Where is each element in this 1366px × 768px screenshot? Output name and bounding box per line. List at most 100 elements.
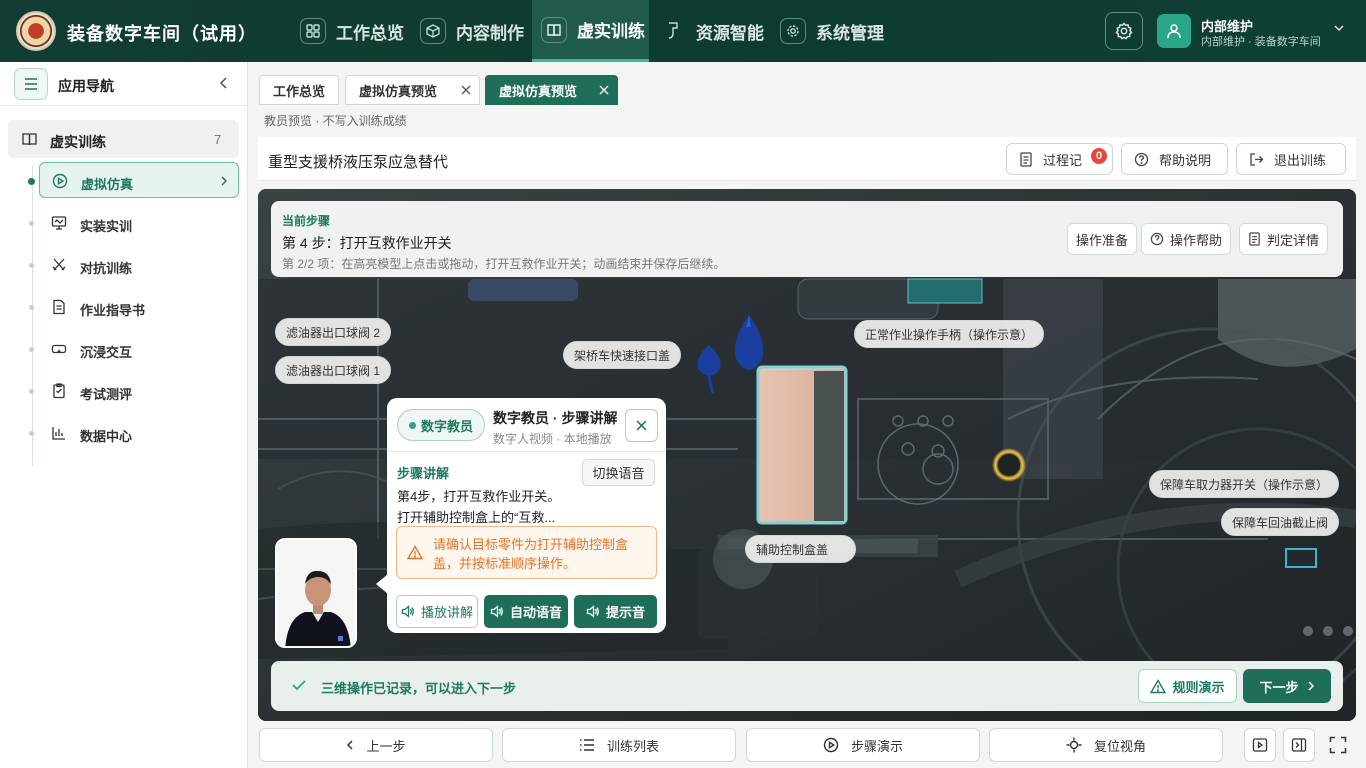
sidebar-item-label: 沉浸交互: [80, 345, 133, 360]
sidebar-item-label: 实装实训: [80, 219, 133, 234]
tutor-video-thumbnail[interactable]: [275, 538, 357, 648]
panel-right-toggle-button[interactable]: [1283, 728, 1315, 762]
button-label: 提示音: [605, 605, 645, 620]
step-description: 第 2/2 项：在高亮模型上点击或拖动，打开互救作业开关；动画结束并保存后继续。: [282, 257, 726, 271]
detail-label: 判定详情: [1267, 232, 1320, 248]
part-tag-filter-valve-1[interactable]: 滤油器出口球阀 1: [275, 356, 392, 384]
record-label: 过程记: [1043, 152, 1083, 168]
part-tag-bridge-cap[interactable]: 架桥车快速接口盖: [563, 341, 682, 369]
book-icon: [541, 16, 567, 43]
part-tag-operating-handle[interactable]: 正常作业操作手柄（操作示意）: [854, 320, 1045, 348]
digital-tutor-panel: 数字教员 数字教员 · 步骤讲解 数字人视频 · 本地播放 步骤讲解 切换语音 …: [387, 398, 666, 633]
settings-button[interactable]: [1105, 12, 1143, 50]
sidebar-item-label: 数据中心: [80, 429, 133, 444]
tree-dot: [29, 221, 34, 226]
exit-training-button[interactable]: 退出训练: [1236, 143, 1346, 175]
tab-sim-preview-2[interactable]: 虚拟仿真预览: [485, 75, 618, 105]
sidebar: 应用导航 虚实训练 7 虚拟仿真 实装实训 对抗训练 作业指导书 沉浸交互 考试…: [0, 62, 248, 768]
top-navigation-bar: 装备数字车间（试用） 工作总览 内容制作 虚实训练 资源智能 系统管理 内部维护…: [0, 0, 1366, 62]
button-label: 训练列表: [606, 738, 659, 754]
exit-label: 退出训练: [1274, 152, 1327, 168]
sidebar-right-icon: [1291, 737, 1307, 753]
document-icon: [51, 299, 67, 315]
user-menu[interactable]: 内部维护 内部维护 · 装备数字车间: [1157, 12, 1357, 50]
part-tag-return-valve[interactable]: 保障车回油截止阀: [1221, 508, 1340, 536]
step-heading: 当前步骤: [282, 214, 331, 228]
chevron-right-icon: [1299, 680, 1315, 692]
preview-note: 教员预览 · 不写入训练成绩: [264, 114, 407, 128]
user-org: 内部维护 · 装备数字车间: [1201, 36, 1321, 48]
next-step-button[interactable]: 下一步: [1243, 669, 1331, 703]
switch-voice-button[interactable]: 切换语音: [582, 459, 655, 486]
help-label: 操作帮助: [1170, 232, 1223, 248]
nav-system[interactable]: 系统管理: [780, 0, 888, 62]
tab-label: 虚拟仿真预览: [359, 83, 438, 99]
sidebar-item-label: 考试测评: [80, 387, 133, 402]
reset-view-button[interactable]: 复位视角: [989, 728, 1223, 762]
sidebar-header: 应用导航: [0, 62, 247, 106]
play-explanation-button[interactable]: 播放讲解: [396, 595, 478, 628]
gear-icon: [780, 18, 806, 44]
sidebar-group-training[interactable]: 虚实训练 7: [8, 120, 239, 158]
list-icon: [579, 738, 607, 752]
sidebar-item-data[interactable]: 数据中心: [29, 415, 239, 451]
operation-prepare-button[interactable]: 操作准备: [1067, 223, 1138, 255]
gear-icon: [1115, 22, 1133, 40]
nav-resources[interactable]: 资源智能: [660, 0, 768, 62]
avatar: [1157, 14, 1191, 48]
panel-left-toggle-button[interactable]: [1244, 728, 1276, 762]
current-step-panel: 当前步骤 第 4 步：打开互救作业开关 第 2/2 项：在高亮模型上点击或拖动，…: [271, 201, 1343, 277]
part-tag-aux-control-box[interactable]: 辅助控制盒盖: [745, 535, 856, 563]
sidebar-item-combat[interactable]: 对抗训练: [29, 247, 239, 283]
plug-icon: [660, 18, 686, 44]
document-icon: [1248, 232, 1267, 246]
nav-overview[interactable]: 工作总览: [300, 0, 408, 62]
tone-button[interactable]: 提示音: [574, 595, 657, 628]
tag-label: 滤油器出口球阀 1: [286, 363, 381, 378]
button-label: 播放讲解: [420, 605, 473, 620]
collapse-chevron-icon[interactable]: [218, 76, 230, 90]
rule-demo-button[interactable]: 规则演示: [1138, 669, 1237, 703]
button-label: 规则演示: [1172, 679, 1225, 695]
nav-label: 资源智能: [696, 23, 764, 43]
chevron-right-icon: [220, 175, 228, 187]
sidebar-item-immersive[interactable]: 沉浸交互: [29, 331, 239, 367]
tutor-meta: 数字人视频 · 本地播放: [493, 432, 612, 446]
document-icon: [1019, 151, 1043, 167]
chevron-down-icon: [1333, 22, 1345, 34]
sidebar-item-exam[interactable]: 考试测评: [29, 373, 239, 409]
part-tag-filter-valve-2[interactable]: 滤油器出口球阀 2: [275, 318, 392, 346]
warning-box: 请确认目标零件为打开辅助控制盒盖，并按标准顺序操作。: [396, 526, 657, 579]
tutor-close-button[interactable]: [625, 409, 658, 442]
nav-training[interactable]: 虚实训练: [532, 0, 649, 62]
record-count-badge: 0: [1091, 148, 1107, 164]
help-label: 帮助说明: [1159, 152, 1212, 168]
sidebar-title: 应用导航: [58, 78, 114, 94]
nav-content[interactable]: 内容制作: [420, 0, 528, 62]
training-list-button[interactable]: 训练列表: [502, 728, 736, 762]
sidebar-item-instructions[interactable]: 作业指导书: [29, 289, 239, 325]
step-demo-button[interactable]: 步骤演示: [746, 728, 980, 762]
process-record-button[interactable]: 过程记 0: [1006, 143, 1113, 175]
tab-sim-preview-1[interactable]: 虚拟仿真预览: [345, 75, 480, 105]
menu-toggle-button[interactable]: [14, 68, 48, 100]
fullscreen-button[interactable]: [1322, 728, 1354, 762]
close-icon[interactable]: [599, 85, 609, 95]
speaker-icon: [490, 605, 510, 618]
previous-step-button[interactable]: 上一步: [259, 728, 493, 762]
sidebar-item-virtual-sim[interactable]: 虚拟仿真: [28, 162, 239, 198]
speaker-icon: [586, 605, 606, 618]
auto-voice-button[interactable]: 自动语音: [484, 595, 568, 628]
close-icon[interactable]: [461, 85, 471, 95]
panel-play-icon: [1252, 737, 1268, 753]
operation-help-button[interactable]: 操作帮助: [1141, 223, 1232, 255]
sidebar-item-equipment[interactable]: 实装实训: [29, 205, 239, 241]
tab-overview[interactable]: 工作总览: [259, 75, 339, 105]
part-tag-pto-switch[interactable]: 保障车取力器开关（操作示意）: [1149, 470, 1340, 498]
3d-viewport[interactable]: 当前步骤 第 4 步：打开互救作业开关 第 2/2 项：在高亮模型上点击或拖动，…: [258, 189, 1356, 721]
tutor-title: 数字教员 · 步骤讲解: [493, 410, 617, 426]
judgement-detail-button[interactable]: 判定详情: [1239, 223, 1329, 255]
help-button[interactable]: 帮助说明: [1121, 143, 1228, 175]
check-icon: [292, 680, 306, 691]
fullscreen-icon: [1329, 736, 1347, 754]
